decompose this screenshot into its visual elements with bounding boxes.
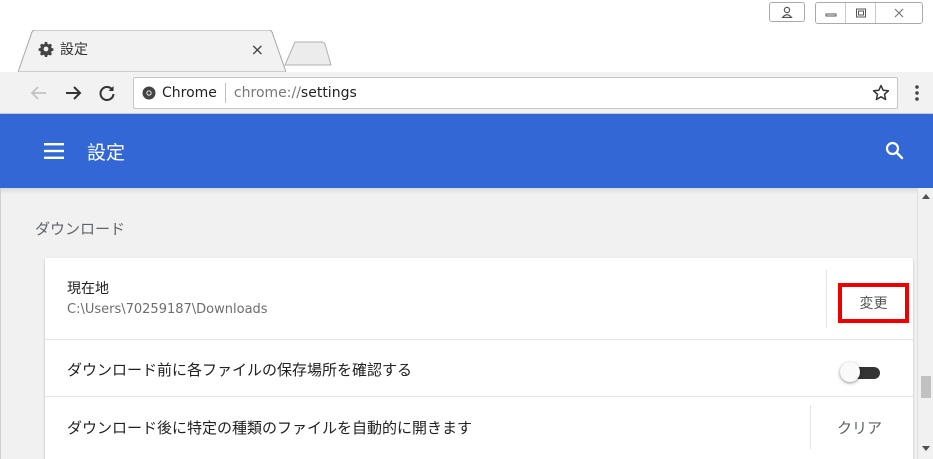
scroll-thumb[interactable] [921,376,931,398]
reload-icon [99,85,115,101]
change-location-button[interactable]: 変更 [838,283,909,323]
maximize-button[interactable] [846,3,876,23]
ask-location-toggle[interactable] [840,362,884,382]
active-tab[interactable]: 設定 × [38,30,270,68]
user-icon [781,6,793,18]
close-window-button[interactable] [876,3,922,23]
star-icon [872,84,890,101]
auto-open-row: ダウンロード後に特定の種類のファイルを自動的に開きます クリア [45,397,913,459]
location-label: 現在地 [67,281,109,297]
gear-icon [38,41,54,57]
chrome-icon [142,86,156,100]
profile-button[interactable] [769,2,805,22]
location-path: C:\Users\70259187\Downloads [67,302,268,317]
window-button-group [815,2,923,24]
browser-toolbar: Chrome chrome://settings [0,72,933,114]
new-tab-button[interactable] [283,40,333,66]
page-title: 設定 [87,142,126,164]
maximize-icon [855,8,866,18]
window-controls [769,2,923,24]
downloads-card: 現在地 C:\Users\70259187\Downloads 変更 ダウンロー… [45,258,913,459]
title-bar: 設定 × [0,0,933,72]
toggle-knob [840,362,860,382]
header-shadow [1,188,917,194]
site-name: Chrome [162,85,217,101]
minimize-button[interactable] [816,3,846,23]
forward-arrow-icon [66,85,82,100]
chrome-menu-button[interactable] [905,76,929,110]
close-icon [894,8,904,18]
divider [810,405,811,449]
reload-button[interactable] [90,76,124,110]
ask-location-row[interactable]: ダウンロード前に各ファイルの保存場所を確認する [45,340,913,397]
auto-open-label: ダウンロード後に特定の種類のファイルを自動的に開きます [67,419,473,437]
forward-button[interactable] [56,76,90,110]
more-vert-icon [915,85,919,101]
back-arrow-icon [30,85,46,100]
ask-location-label: ダウンロード前に各ファイルの保存場所を確認する [67,361,413,379]
settings-header: 設定 [0,114,933,188]
site-chip[interactable]: Chrome [142,83,226,103]
scroll-up-arrow-icon[interactable] [922,194,930,199]
clear-button[interactable]: クリア [837,417,882,438]
address-bar[interactable]: Chrome chrome://settings [133,77,898,109]
tab-title: 設定 [60,42,88,58]
url-text[interactable]: chrome://settings [226,85,865,101]
menu-icon[interactable] [44,141,66,161]
tab-close-button[interactable]: × [251,40,264,59]
settings-content: ダウンロード 現在地 C:\Users\70259187\Downloads 変… [0,188,917,459]
download-location-row: 現在地 C:\Users\70259187\Downloads 変更 [45,258,913,340]
url-prefix: chrome:// [233,85,301,101]
url-path: settings [300,85,357,101]
divider [826,270,827,328]
scrollbar[interactable] [917,188,933,459]
back-button[interactable] [22,76,56,110]
search-icon[interactable] [883,139,907,163]
minimize-icon [825,13,836,17]
bookmark-button[interactable] [865,78,897,108]
scroll-down-arrow-icon[interactable] [922,446,930,451]
section-title: ダウンロード [35,220,126,238]
